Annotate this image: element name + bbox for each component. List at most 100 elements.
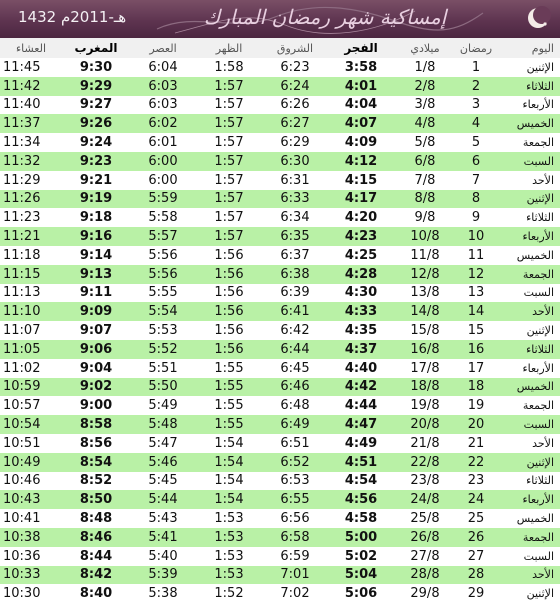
cell-ramadan: 8 bbox=[471, 191, 481, 207]
cell-dhuhr: 1:53 bbox=[214, 548, 244, 564]
cell-ramadan: 3 bbox=[471, 97, 481, 113]
imsakiya-page: إمساكية شهر رمضان المبارك 1432 هـ-2011م bbox=[0, 0, 560, 600]
cell-day: الخميس bbox=[516, 380, 554, 394]
column-header-fajr: الفجر bbox=[328, 38, 394, 58]
cell-fajr: 4:49 bbox=[344, 435, 378, 451]
cell-ramadan: 24 bbox=[467, 492, 485, 508]
table-row: الخميس 25 25/8 4:58 6:56 1:53 5:43 8:48 10:41 bbox=[0, 509, 560, 528]
column-header-dhuhr: الظهر bbox=[196, 38, 262, 58]
cell-ramadan: 2 bbox=[471, 78, 481, 94]
cell-day: الإثنين bbox=[526, 60, 554, 74]
cell-maghrib: 9:18 bbox=[79, 210, 113, 226]
cell-date: 6/8 bbox=[414, 153, 436, 169]
cell-maghrib: 8:50 bbox=[79, 492, 113, 508]
cell-asr: 5:38 bbox=[148, 586, 178, 600]
cell-sunrise: 6:52 bbox=[280, 454, 310, 470]
cell-dhuhr: 1:54 bbox=[214, 473, 244, 489]
cell-isha: 11:21 bbox=[3, 229, 41, 245]
cell-isha: 11:32 bbox=[3, 153, 41, 169]
cell-isha: 11:37 bbox=[3, 116, 41, 132]
cell-isha: 11:07 bbox=[3, 323, 41, 339]
cell-sunrise: 6:29 bbox=[280, 135, 310, 151]
cell-isha: 10:59 bbox=[3, 379, 41, 395]
cell-day: الأحد bbox=[532, 568, 554, 582]
cell-day: الثلاثاء bbox=[526, 342, 554, 356]
cell-fajr: 3:58 bbox=[344, 59, 378, 75]
cell-isha: 11:18 bbox=[3, 247, 41, 263]
cell-dhuhr: 1:56 bbox=[214, 304, 244, 320]
cell-maghrib: 9:11 bbox=[79, 285, 113, 301]
cell-sunrise: 6:49 bbox=[280, 417, 310, 433]
cell-asr: 5:59 bbox=[148, 191, 178, 207]
cell-isha: 10:41 bbox=[3, 511, 41, 527]
cell-sunrise: 6:56 bbox=[280, 511, 310, 527]
cell-maghrib: 8:42 bbox=[79, 567, 113, 583]
table-row: الخميس 11 11/8 4:25 6:37 1:56 5:56 9:14 11:18 bbox=[0, 245, 560, 265]
table-row: السبت 20 20/8 4:47 6:49 1:55 5:48 8:58 10:54 bbox=[0, 415, 560, 434]
cell-isha: 11:02 bbox=[3, 360, 41, 376]
cell-ramadan: 10 bbox=[467, 229, 485, 245]
cell-day: الأحد bbox=[532, 436, 554, 450]
cell-maghrib: 8:52 bbox=[79, 473, 113, 489]
cell-dhuhr: 1:57 bbox=[214, 153, 244, 169]
table-row: الأحد 21 21/8 4:49 6:51 1:54 5:47 8:56 10:51 bbox=[0, 433, 560, 453]
cell-day: الجمعة bbox=[522, 530, 554, 544]
cell-date: 18/8 bbox=[410, 379, 440, 395]
cell-asr: 5:49 bbox=[148, 398, 178, 414]
cell-sunrise: 6:48 bbox=[280, 398, 310, 414]
cell-asr: 6:03 bbox=[148, 78, 178, 94]
cell-ramadan: 5 bbox=[471, 135, 481, 151]
cell-isha: 10:46 bbox=[3, 473, 41, 489]
cell-dhuhr: 1:56 bbox=[214, 247, 244, 263]
cell-maghrib: 9:16 bbox=[79, 229, 113, 245]
table-row: السبت 13 13/8 4:30 6:39 1:56 5:55 9:11 11:13 bbox=[0, 283, 560, 303]
cell-sunrise: 6:34 bbox=[280, 210, 310, 226]
cell-day: الأربعاء bbox=[522, 98, 554, 112]
cell-asr: 5:54 bbox=[148, 304, 178, 320]
cell-ramadan: 18 bbox=[467, 379, 485, 395]
cell-day: الإثنين bbox=[526, 324, 554, 338]
banner-year: 1432 هـ-2011م bbox=[18, 8, 127, 26]
cell-date: 9/8 bbox=[414, 210, 436, 226]
cell-maghrib: 9:06 bbox=[79, 341, 113, 357]
cell-day: الإثنين bbox=[526, 455, 554, 469]
cell-dhuhr: 1:56 bbox=[214, 266, 244, 282]
cell-date: 11/8 bbox=[410, 247, 440, 263]
cell-date: 10/8 bbox=[410, 229, 440, 245]
cell-ramadan: 25 bbox=[467, 511, 485, 527]
cell-dhuhr: 1:53 bbox=[214, 567, 244, 583]
cell-sunrise: 6:39 bbox=[280, 285, 310, 301]
cell-maghrib: 9:24 bbox=[79, 135, 113, 151]
cell-fajr: 4:47 bbox=[344, 417, 378, 433]
cell-day: الإثنين bbox=[526, 192, 554, 206]
column-header-day: اليوم bbox=[496, 38, 560, 58]
table-body: الإثنين 1 1/8 3:58 6:23 1:58 6:04 9:30 11:45 الثل… bbox=[0, 58, 560, 600]
cell-maghrib: 9:14 bbox=[79, 247, 113, 263]
cell-date: 15/8 bbox=[410, 323, 440, 339]
table-row: الأربعاء 10 10/8 4:23 6:35 1:57 5:57 9:16 11:21 bbox=[0, 227, 560, 246]
cell-sunrise: 6:42 bbox=[280, 323, 310, 339]
cell-sunrise: 6:37 bbox=[280, 247, 310, 263]
cell-isha: 10:49 bbox=[3, 454, 41, 470]
cell-asr: 6:04 bbox=[148, 59, 178, 75]
cell-asr: 5:58 bbox=[148, 210, 178, 226]
column-header-maghrib: المغرب bbox=[62, 38, 130, 58]
cell-ramadan: 21 bbox=[467, 435, 485, 451]
table-row: الأربعاء 17 17/8 4:40 6:45 1:55 5:51 9:04 11:02 bbox=[0, 358, 560, 378]
banner: إمساكية شهر رمضان المبارك 1432 هـ-2011م bbox=[0, 0, 560, 38]
cell-date: 27/8 bbox=[410, 548, 440, 564]
cell-sunrise: 6:24 bbox=[280, 78, 310, 94]
cell-ramadan: 26 bbox=[467, 529, 485, 545]
cell-dhuhr: 1:54 bbox=[214, 492, 244, 508]
cell-maghrib: 8:58 bbox=[79, 417, 113, 433]
table-row: الأحد 14 14/8 4:33 6:41 1:56 5:54 9:09 11:10 bbox=[0, 302, 560, 322]
cell-day: الأربعاء bbox=[522, 493, 554, 507]
cell-fajr: 4:33 bbox=[344, 304, 378, 320]
cell-dhuhr: 1:52 bbox=[214, 586, 244, 600]
cell-date: 21/8 bbox=[410, 435, 440, 451]
cell-date: 8/8 bbox=[414, 191, 436, 207]
table-row: الثلاثاء 9 9/8 4:20 6:34 1:57 5:58 9:18 11:23 bbox=[0, 208, 560, 228]
cell-day: الأحد bbox=[532, 173, 554, 187]
column-header-asr: العصر bbox=[130, 38, 196, 58]
cell-maghrib: 8:56 bbox=[79, 435, 113, 451]
